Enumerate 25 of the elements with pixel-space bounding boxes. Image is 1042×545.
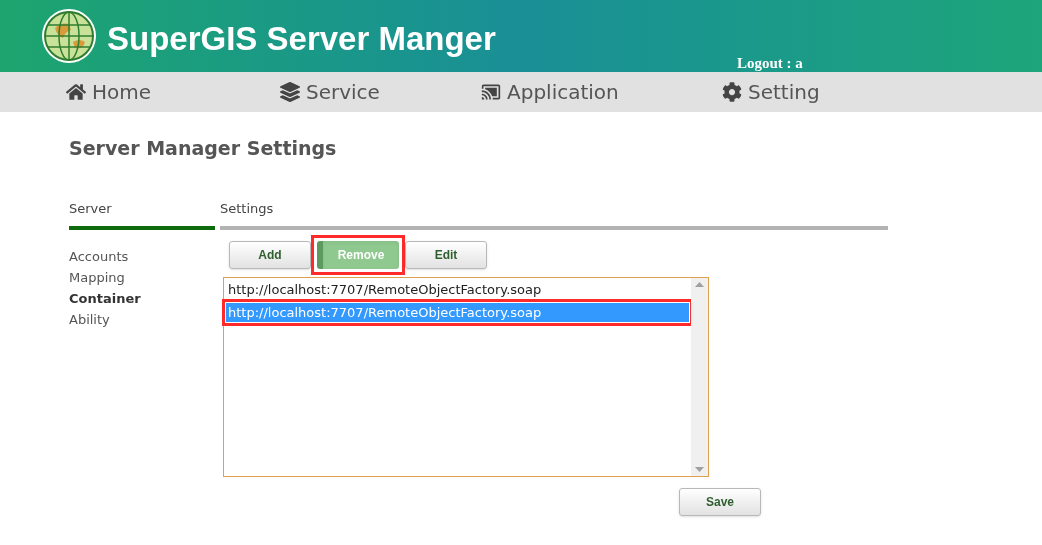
page-title: Server Manager Settings [69, 136, 337, 161]
action-button[interactable]: Edit [405, 241, 487, 269]
side-menu-item[interactable]: Accounts [69, 246, 129, 267]
nav-link[interactable]: Home [66, 77, 152, 107]
side-menu-item[interactable]: Container [69, 288, 141, 309]
cast-icon [481, 82, 501, 102]
action-button[interactable]: Add [229, 241, 311, 269]
tab[interactable]: Settings [220, 198, 888, 230]
tab[interactable]: Server [69, 198, 215, 230]
logout-link[interactable]: Logout : a [737, 52, 803, 75]
side-menu-item[interactable]: Mapping [69, 267, 125, 288]
globe-logo-icon [41, 8, 97, 64]
app-title: SuperGIS Server Manger [107, 19, 496, 59]
nav-link[interactable]: Service [280, 77, 380, 107]
url-list[interactable]: http://localhost:7707/RemoteObjectFactory.soap http://localhost:7707/RemoteObjectFactory.soap [223, 277, 709, 477]
scroll-up-icon[interactable] [695, 282, 704, 287]
layers-icon [280, 82, 300, 102]
side-menu-item[interactable]: Ability [69, 309, 110, 330]
list-item[interactable]: http://localhost:7707/RemoteObjectFactory.soap [226, 280, 689, 299]
home-icon [66, 82, 86, 102]
nav-link[interactable]: Application [481, 77, 619, 107]
settings-icon [722, 82, 742, 102]
save-button[interactable]: Save [679, 488, 761, 516]
scroll-down-icon[interactable] [695, 467, 704, 472]
nav-link[interactable]: Setting [722, 77, 820, 107]
